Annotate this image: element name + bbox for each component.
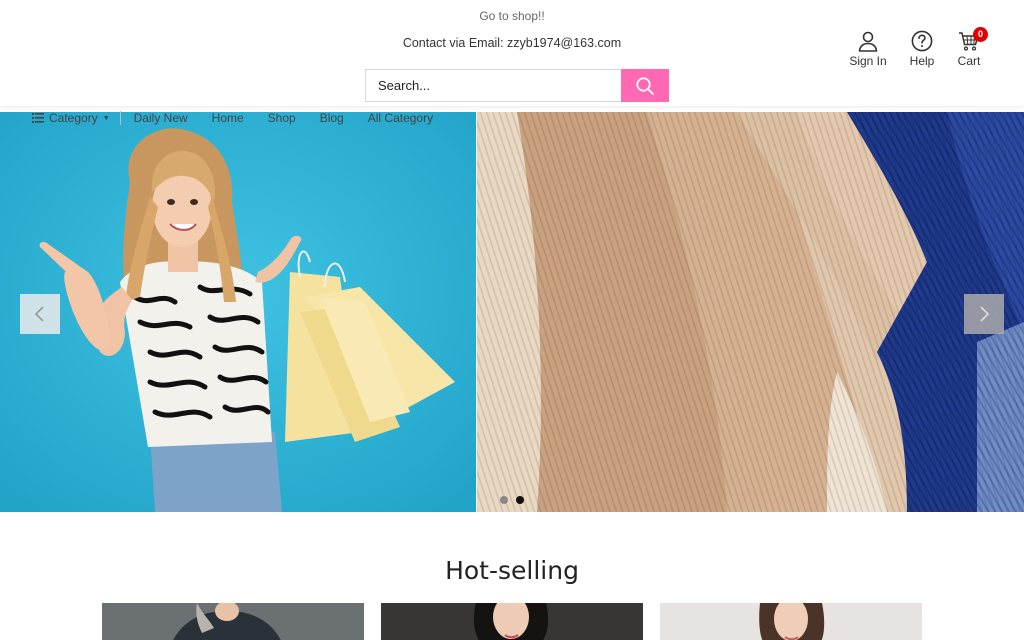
woman-with-shopping-bags-image bbox=[0, 112, 476, 512]
search-icon bbox=[636, 76, 654, 95]
list-icon bbox=[32, 113, 44, 123]
category-dropdown[interactable]: Category ▼ bbox=[32, 111, 121, 125]
search-button[interactable] bbox=[621, 69, 669, 102]
sign-in-button[interactable]: Sign In bbox=[845, 30, 891, 68]
main-nav: Category ▼ Daily New Home Shop Blog All … bbox=[32, 110, 444, 126]
search-input[interactable] bbox=[365, 69, 621, 102]
carousel-prev-button[interactable] bbox=[20, 294, 60, 334]
nav-link-daily-new[interactable]: Daily New bbox=[134, 111, 188, 125]
chevron-left-icon bbox=[34, 306, 44, 322]
knit-sweaters-image bbox=[477, 112, 1024, 512]
search-bar bbox=[365, 69, 669, 102]
hero-slide-woman-shopping[interactable] bbox=[0, 112, 476, 512]
site-header: Go to shop!! Contact via Email: zzyb1974… bbox=[0, 0, 1024, 106]
sign-in-label: Sign In bbox=[849, 54, 887, 68]
cart-button[interactable]: 0 Cart bbox=[946, 27, 992, 68]
cart-label: Cart bbox=[957, 54, 981, 68]
product-card[interactable] bbox=[381, 603, 643, 640]
product-grid bbox=[102, 603, 922, 640]
caret-down-icon: ▼ bbox=[102, 114, 110, 122]
category-label: Category bbox=[49, 111, 98, 125]
cart-count-badge: 0 bbox=[973, 27, 988, 42]
carousel-dot-2[interactable] bbox=[516, 496, 524, 504]
nav-link-blog[interactable]: Blog bbox=[320, 111, 344, 125]
promo-link[interactable]: Go to shop!! bbox=[0, 9, 1024, 23]
product-image bbox=[660, 603, 922, 640]
help-icon bbox=[911, 30, 933, 52]
carousel-dot-1[interactable] bbox=[500, 496, 508, 504]
product-image bbox=[102, 603, 364, 640]
help-button[interactable]: Help bbox=[899, 30, 945, 68]
section-title-hot-selling: Hot-selling bbox=[445, 556, 579, 585]
help-label: Help bbox=[909, 54, 935, 68]
hero-carousel bbox=[0, 112, 1024, 512]
carousel-pagination bbox=[500, 496, 524, 504]
user-icon bbox=[858, 31, 878, 52]
product-image bbox=[381, 603, 643, 640]
nav-link-home[interactable]: Home bbox=[212, 111, 244, 125]
nav-link-all-category[interactable]: All Category bbox=[368, 111, 433, 125]
product-card[interactable] bbox=[660, 603, 922, 640]
product-card[interactable] bbox=[102, 603, 364, 640]
chevron-right-icon bbox=[980, 306, 990, 322]
carousel-next-button[interactable] bbox=[964, 294, 1004, 334]
nav-link-shop[interactable]: Shop bbox=[268, 111, 296, 125]
hero-slide-knitwear[interactable] bbox=[477, 112, 1024, 512]
